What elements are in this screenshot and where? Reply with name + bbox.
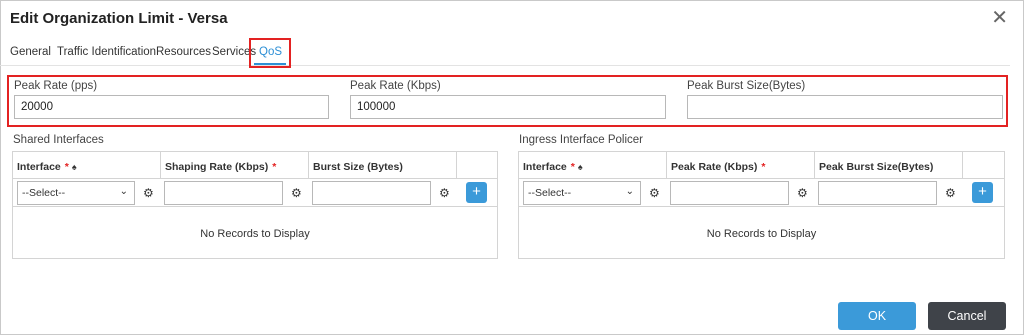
ok-button[interactable]: OK xyxy=(838,302,916,330)
gear-icon[interactable]: ⚙ xyxy=(291,187,302,199)
required-mark: * xyxy=(64,161,69,173)
chevron-down-icon: ⌄ xyxy=(625,186,634,197)
interface-select[interactable]: --Select-- ⌄ xyxy=(17,181,135,205)
column-header-shaping-rate: Shaping Rate (Kbps) * xyxy=(161,152,309,179)
required-mark: * xyxy=(272,161,277,173)
cancel-button[interactable]: Cancel xyxy=(928,302,1006,330)
tab-general[interactable]: General xyxy=(10,46,51,58)
column-header-burst-size: Burst Size (Bytes) xyxy=(309,152,457,179)
ingress-policer-title: Ingress Interface Policer xyxy=(519,134,644,146)
peak-burst-size-label: Peak Burst Size(Bytes) xyxy=(687,80,806,92)
tab-resources[interactable]: Resources xyxy=(156,46,211,58)
qos-tab-highlight xyxy=(249,38,291,68)
empty-state-text: No Records to Display xyxy=(706,228,817,240)
tab-bar: General Traffic Identification Resources… xyxy=(0,44,1010,66)
required-mark: * xyxy=(761,161,766,173)
help-icon: ♠ xyxy=(577,162,583,172)
tab-traffic-identification[interactable]: Traffic Identification xyxy=(57,46,156,58)
peak-burst-size-input[interactable] xyxy=(687,95,1003,119)
interface-select[interactable]: --Select-- ⌄ xyxy=(523,181,641,205)
gear-icon[interactable]: ⚙ xyxy=(649,187,660,199)
edit-row: --Select-- ⌄ ⚙ ⚙ ⚙ + xyxy=(13,179,497,207)
gear-icon[interactable]: ⚙ xyxy=(143,187,154,199)
peak-rate-pps-label: Peak Rate (pps) xyxy=(14,80,98,92)
add-row-button[interactable]: + xyxy=(466,182,487,203)
gear-icon[interactable]: ⚙ xyxy=(439,187,450,199)
close-icon[interactable]: ✕ xyxy=(991,8,1008,28)
peak-rate-pps-input[interactable]: 20000 xyxy=(14,95,329,119)
burst-size-input[interactable] xyxy=(312,181,431,205)
column-header-interface: Interface * ♠ xyxy=(519,152,667,179)
edit-row: --Select-- ⌄ ⚙ ⚙ ⚙ + xyxy=(519,179,1004,207)
peak-rate-kbps-label: Peak Rate (Kbps) xyxy=(350,80,441,92)
peak-rate-kbps-input[interactable]: 100000 xyxy=(350,95,666,119)
ingress-policer-grid: Interface * ♠ Peak Rate (Kbps) * Peak Burst… xyxy=(518,151,1005,259)
column-header-peak-burst: Peak Burst Size(Bytes) xyxy=(815,152,963,179)
add-row-button[interactable]: + xyxy=(972,182,993,203)
gear-icon[interactable]: ⚙ xyxy=(945,187,956,199)
shaping-rate-input[interactable] xyxy=(164,181,283,205)
required-mark: * xyxy=(570,161,575,173)
peak-burst-input[interactable] xyxy=(818,181,937,205)
shared-interfaces-grid: Interface * ♠ Shaping Rate (Kbps) * Burst S… xyxy=(12,151,498,259)
grid-header: Interface * ♠ Shaping Rate (Kbps) * Burst S… xyxy=(13,152,497,179)
column-header-interface: Interface * ♠ xyxy=(13,152,161,179)
empty-state-text: No Records to Display xyxy=(200,228,310,240)
column-header-peak-rate: Peak Rate (Kbps) * xyxy=(667,152,815,179)
grid-header: Interface * ♠ Peak Rate (Kbps) * Peak Burst… xyxy=(519,152,1004,179)
chevron-down-icon: ⌄ xyxy=(119,186,128,197)
help-icon: ♠ xyxy=(71,162,77,172)
peak-rate-input[interactable] xyxy=(670,181,789,205)
dialog-title: Edit Organization Limit - Versa xyxy=(10,10,228,27)
shared-interfaces-title: Shared Interfaces xyxy=(13,134,104,146)
gear-icon[interactable]: ⚙ xyxy=(797,187,808,199)
